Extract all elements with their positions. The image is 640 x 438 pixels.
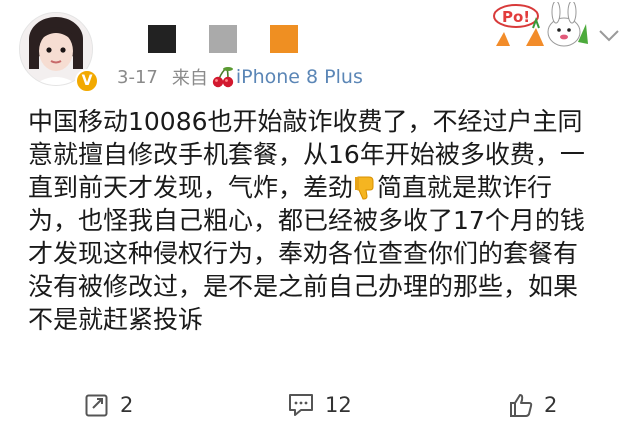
content-line: 意就擅自修改手机套餐，从16年开始被多收费，一 bbox=[28, 140, 585, 169]
username-censored[interactable] bbox=[148, 25, 298, 53]
weibo-post-card: V 3-17 来自 iPhone 8 Plus Po! 中国移动10086也开始… bbox=[0, 0, 640, 438]
action-bar: 2 12 2 bbox=[0, 386, 640, 430]
avatar-container[interactable]: V bbox=[19, 12, 103, 96]
content-line: 中国移动10086也开始敲诈收费了，不经过户主同 bbox=[28, 107, 583, 136]
comment-icon bbox=[289, 394, 313, 416]
name-block-gray bbox=[209, 25, 237, 53]
content-line: 不是就赶紧投诉 bbox=[28, 305, 204, 334]
name-block-orange bbox=[270, 25, 298, 53]
post-meta: 3-17 来自 iPhone 8 Plus bbox=[117, 64, 363, 90]
chevron-down-icon[interactable] bbox=[598, 28, 620, 42]
device-source[interactable]: iPhone 8 Plus bbox=[236, 66, 363, 88]
content-line: 为，也怪我自己粗心，都已经被多收了17个月的钱 bbox=[28, 206, 585, 235]
content-line: 才发现这种侵权行为，奉劝各位查查你们的套餐有 bbox=[28, 239, 579, 268]
like-button[interactable]: 2 bbox=[508, 392, 557, 418]
thumbs-down-emoji bbox=[354, 175, 376, 201]
cherry-icon bbox=[210, 66, 236, 88]
post-date: 3-17 bbox=[117, 66, 158, 88]
source-prefix: 来自 bbox=[171, 68, 208, 89]
verified-badge-icon: V bbox=[75, 69, 99, 93]
like-count: 2 bbox=[544, 393, 558, 417]
carrot-rabbit-sticker[interactable]: Po! bbox=[486, 0, 590, 48]
content-line: 没有被修改过，是不是之前自己办理的那些，如果 bbox=[28, 272, 579, 301]
content-line-part: 简直就是欺诈行 bbox=[377, 173, 553, 202]
post-content: 中国移动10086也开始敲诈收费了，不经过户主同 意就擅自修改手机套餐，从16年… bbox=[28, 105, 628, 336]
content-line-with-emoji: 直到前天才发现，气炸，差劲 简直就是欺诈行 bbox=[28, 171, 628, 204]
repost-icon bbox=[85, 394, 108, 417]
like-icon bbox=[510, 394, 533, 417]
content-line-part: 直到前天才发现，气炸，差劲 bbox=[28, 173, 354, 202]
comment-button[interactable]: 12 bbox=[287, 392, 352, 418]
svg-text:Po!: Po! bbox=[502, 8, 530, 26]
name-block-dark bbox=[148, 25, 176, 53]
comment-count: 12 bbox=[325, 393, 352, 417]
repost-button[interactable]: 2 bbox=[84, 392, 133, 418]
repost-count: 2 bbox=[120, 393, 134, 417]
